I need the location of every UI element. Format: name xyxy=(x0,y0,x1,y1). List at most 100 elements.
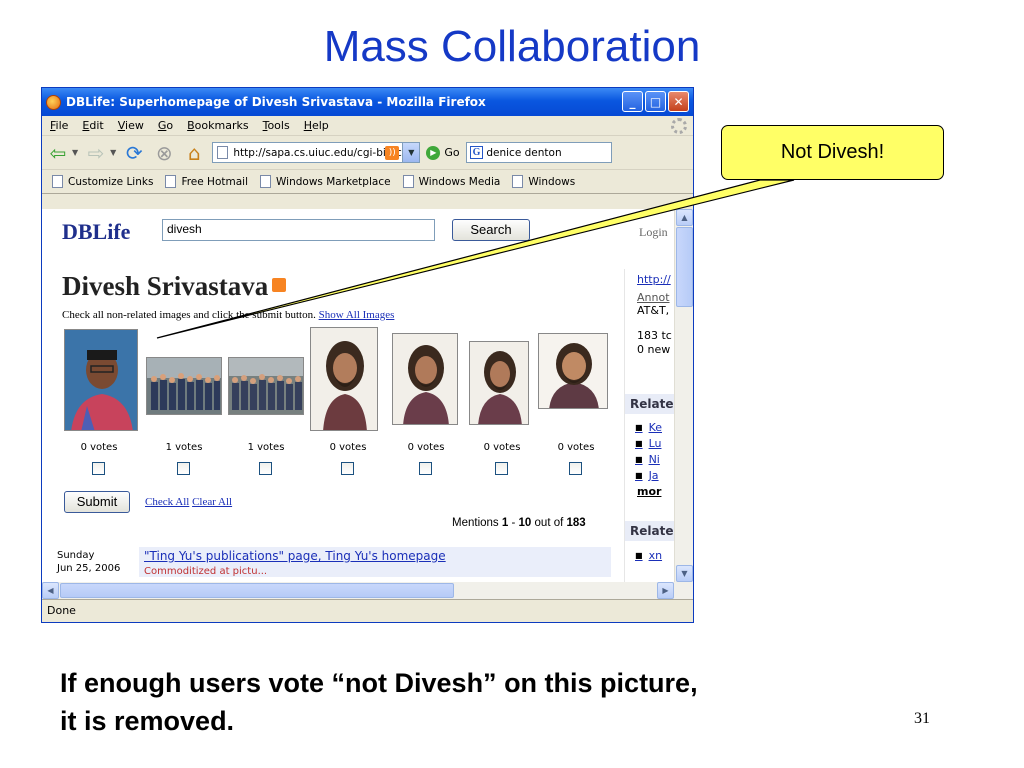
search-button[interactable]: Search xyxy=(452,219,530,241)
menu-bookmarks[interactable]: Bookmarks xyxy=(187,119,248,132)
group-photo xyxy=(228,357,304,415)
slide-title: Mass Collaboration xyxy=(323,22,701,71)
slide-caption: If enough users vote “not Divesh” on thi… xyxy=(60,664,880,740)
show-all-images-link[interactable]: Show All Images xyxy=(319,309,395,321)
firefox-window: DBLife: Superhomepage of Divesh Srivasta… xyxy=(41,87,694,623)
mentions-count: Mentions 1 - 10 out of 183 xyxy=(452,517,586,529)
check-links: Check All Clear All xyxy=(145,496,232,508)
web-search-text: denice denton xyxy=(486,146,562,159)
page-icon xyxy=(512,175,524,188)
bearded-man-photo xyxy=(538,333,608,409)
menu-edit[interactable]: Edit xyxy=(82,119,103,132)
check-all-link[interactable]: Check All xyxy=(145,496,189,508)
bookmark-label: Customize Links xyxy=(68,175,154,188)
group-photo xyxy=(146,357,222,415)
scroll-thumb[interactable] xyxy=(60,583,454,598)
web-page-content: DBLife divesh Search Login Divesh Srivas… xyxy=(42,209,674,582)
login-link[interactable]: Login xyxy=(639,225,668,240)
photo-item: 1 votes xyxy=(226,327,306,487)
mention-row: Sunday Jun 25, 2006 "Ting Yu's publicatio… xyxy=(52,547,612,582)
organization-text: AT&T, xyxy=(637,304,670,317)
vote-count: 0 votes xyxy=(329,442,367,453)
url-input[interactable]: http://sapa.cs.uiuc.edu/cgi-bin/c )) ▼ xyxy=(212,142,421,163)
forward-dropdown-icon[interactable]: ▼ xyxy=(110,148,116,157)
clear-all-link[interactable]: Clear All xyxy=(192,496,232,508)
rss-feed-icon[interactable]: )) xyxy=(385,146,400,160)
more-link[interactable]: mor xyxy=(637,485,661,498)
submit-button[interactable]: Submit xyxy=(64,491,130,513)
minimize-button[interactable]: _ xyxy=(622,91,643,112)
mention-date: Sunday Jun 25, 2006 xyxy=(57,549,120,575)
firefox-icon xyxy=(46,94,61,110)
stat-text: 0 new xyxy=(637,343,671,356)
related-heading: Relate xyxy=(625,394,674,414)
mentions-mid: out of xyxy=(534,517,564,529)
bookmark-windows-media[interactable]: Windows Media xyxy=(402,175,501,188)
bookmark-label: Windows Media xyxy=(418,175,501,188)
scroll-thumb[interactable] xyxy=(676,227,693,307)
caption-line: it is removed. xyxy=(60,706,235,736)
vote-checkbox[interactable] xyxy=(259,462,272,475)
reload-icon[interactable]: ⟳ xyxy=(122,141,146,165)
bookmark-customize-links[interactable]: Customize Links xyxy=(52,175,153,188)
bearded-man-photo xyxy=(310,327,378,431)
related-item[interactable]: Ja xyxy=(635,469,659,482)
vote-count: 0 votes xyxy=(483,442,521,453)
scroll-right-icon[interactable]: ▶ xyxy=(657,582,674,599)
rss-icon[interactable] xyxy=(272,278,287,292)
dblife-logo[interactable]: DBLife xyxy=(62,219,130,245)
url-dropdown-icon[interactable]: ▼ xyxy=(402,143,420,162)
scroll-down-icon[interactable]: ▼ xyxy=(676,565,693,582)
menu-help[interactable]: Help xyxy=(304,119,329,132)
homepage-link[interactable]: http:// xyxy=(637,273,671,286)
related-item[interactable]: Ni xyxy=(635,453,660,466)
scroll-left-icon[interactable]: ◀ xyxy=(42,582,59,599)
mention-link[interactable]: "Ting Yu's publications" page, Ting Yu's… xyxy=(144,549,446,563)
vote-checkbox[interactable] xyxy=(419,462,432,475)
related-item[interactable]: Lu xyxy=(635,437,662,450)
scroll-up-icon[interactable]: ▲ xyxy=(676,209,693,226)
menu-go[interactable]: Go xyxy=(158,119,173,132)
stop-icon[interactable]: ⊗ xyxy=(152,141,176,165)
back-dropdown-icon[interactable]: ▼ xyxy=(72,148,78,157)
related-item[interactable]: Ke xyxy=(635,421,662,434)
related-item[interactable]: xn xyxy=(635,549,662,562)
maximize-button[interactable]: □ xyxy=(645,91,666,112)
vote-checkbox[interactable] xyxy=(569,462,582,475)
photo-item: 0 votes xyxy=(536,327,616,487)
bookmark-windows-marketplace[interactable]: Windows Marketplace xyxy=(260,175,391,188)
back-arrow-icon[interactable]: ⇦ xyxy=(46,141,70,165)
vote-count: 0 votes xyxy=(407,442,445,453)
vote-count: 1 votes xyxy=(165,442,203,453)
vote-checkbox[interactable] xyxy=(341,462,354,475)
site-search-input[interactable]: divesh xyxy=(162,219,435,241)
menu-tools[interactable]: Tools xyxy=(263,119,290,132)
go-button[interactable]: ▶ Go xyxy=(426,145,460,160)
go-label: Go xyxy=(444,146,460,159)
url-text: http://sapa.cs.uiuc.edu/cgi-bin/c xyxy=(233,146,402,159)
home-icon[interactable]: ⌂ xyxy=(182,141,206,165)
web-search-input[interactable]: G denice denton xyxy=(465,142,612,163)
forward-arrow-icon[interactable]: ⇨ xyxy=(84,141,108,165)
page-icon xyxy=(165,175,177,188)
photo-item: 0 votes xyxy=(464,327,544,487)
horizontal-scrollbar[interactable]: ◀ ▶ xyxy=(42,582,693,599)
menu-file[interactable]: File xyxy=(50,119,68,132)
vote-checkbox[interactable] xyxy=(92,462,105,475)
mentions-prefix: Mentions xyxy=(452,517,499,529)
mention-box: "Ting Yu's publications" page, Ting Yu's… xyxy=(139,547,611,577)
vertical-scrollbar[interactable]: ▲ ▼ xyxy=(674,209,693,582)
window-titlebar[interactable]: DBLife: Superhomepage of Divesh Srivasta… xyxy=(42,88,693,116)
bookmark-windows[interactable]: Windows xyxy=(512,175,575,188)
menu-view[interactable]: View xyxy=(118,119,144,132)
close-button[interactable]: ✕ xyxy=(668,91,689,112)
annotation-link[interactable]: Annot xyxy=(637,291,670,304)
photo-item: 0 votes xyxy=(308,327,388,487)
photo-item: 1 votes xyxy=(144,327,224,487)
mention-day: Sunday xyxy=(57,550,95,561)
vote-checkbox[interactable] xyxy=(495,462,508,475)
google-icon[interactable]: G xyxy=(469,146,484,159)
portrait-photo xyxy=(64,329,138,431)
bookmark-free-hotmail[interactable]: Free Hotmail xyxy=(165,175,248,188)
vote-checkbox[interactable] xyxy=(177,462,190,475)
